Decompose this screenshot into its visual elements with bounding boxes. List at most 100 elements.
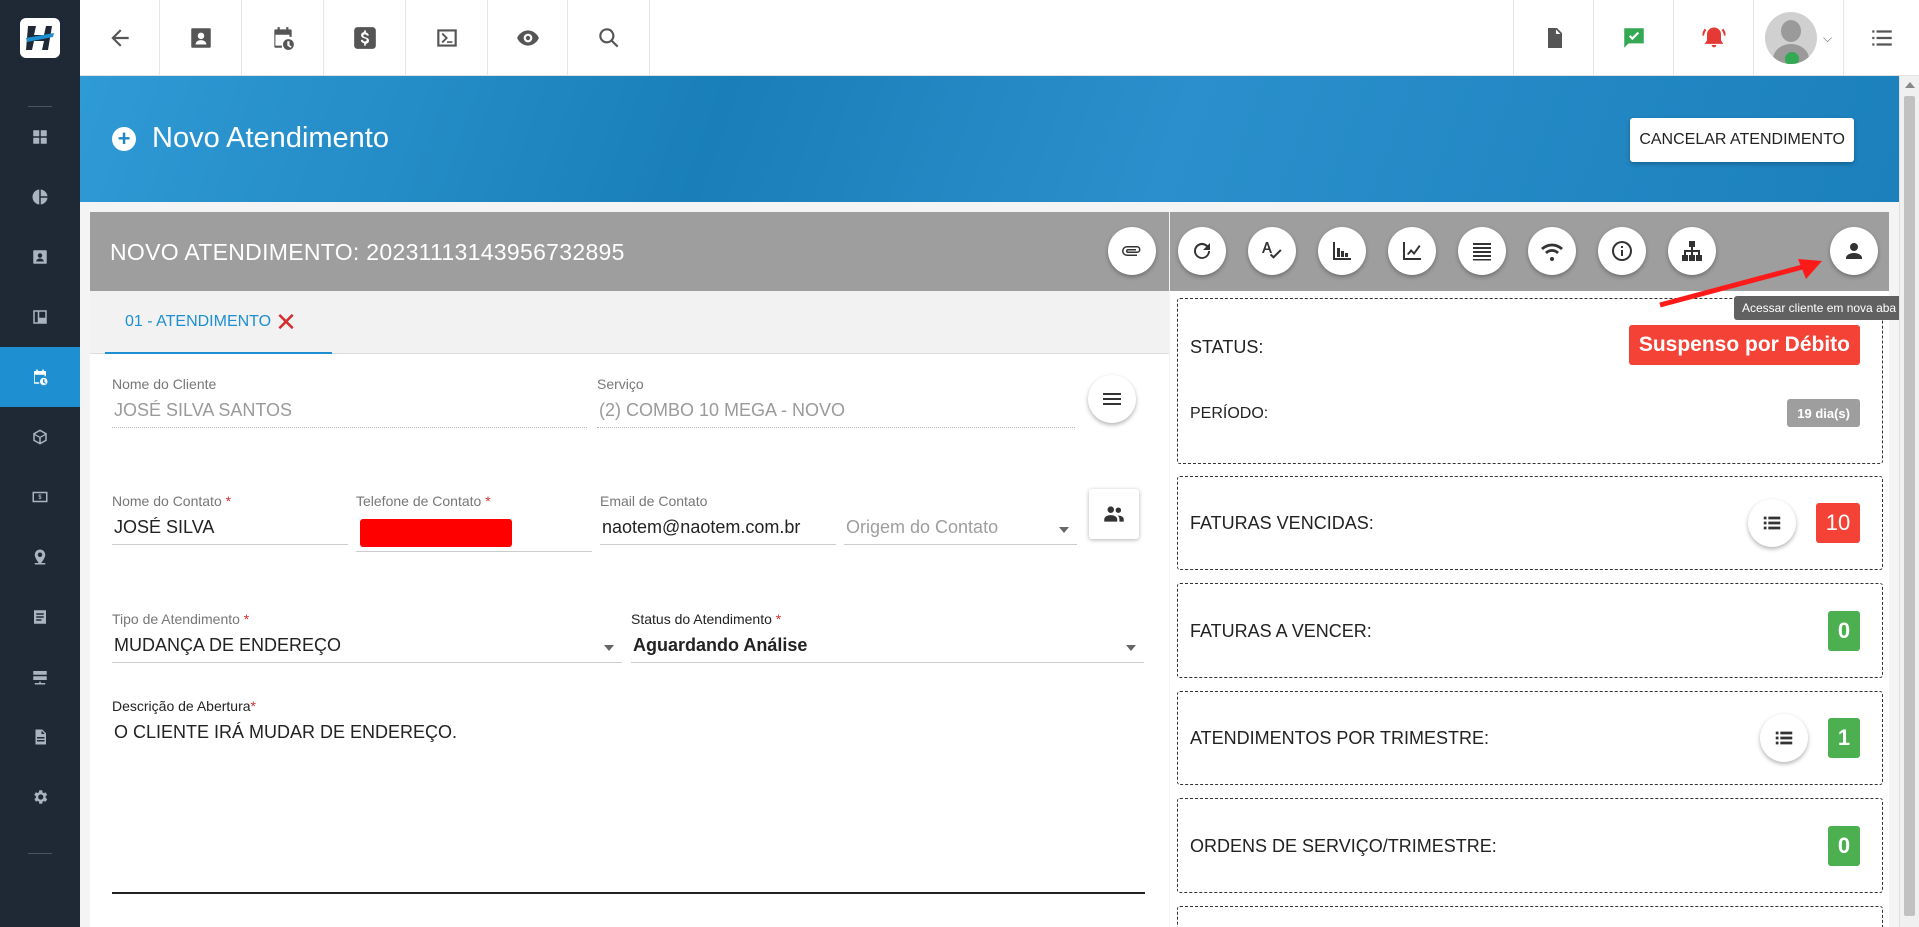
server-icon <box>33 671 47 685</box>
sidebar-item-maps[interactable] <box>0 527 80 587</box>
descricao-label-wrap: Descrição de Abertura* <box>112 698 612 714</box>
messages-button[interactable] <box>1593 0 1673 76</box>
telefone-input[interactable] <box>356 517 592 552</box>
faturas-vencer-box: FATURAS A VENCER: 0 <box>1177 583 1883 678</box>
tab-atendimento[interactable]: 01 - ATENDIMENTO ✕ <box>105 291 332 354</box>
sidebar-item-records[interactable] <box>0 587 80 647</box>
descricao-text: O CLIENTE IRÁ MUDAR DE ENDEREÇO. <box>114 722 458 742</box>
status-select[interactable]: Aguardando Análise <box>631 635 1144 663</box>
clients-button[interactable] <box>160 0 242 76</box>
contato-input[interactable]: JOSÉ SILVA <box>112 517 348 545</box>
terminal-button[interactable] <box>406 0 488 76</box>
contato-field: Nome do Contato * JOSÉ SILVA <box>112 493 348 545</box>
online-status-dot <box>1784 52 1799 64</box>
menu-list-icon <box>1871 30 1892 46</box>
lines-icon <box>1473 243 1491 261</box>
descricao-textarea[interactable]: O CLIENTE IRÁ MUDAR DE ENDEREÇO. <box>112 714 1145 894</box>
calendar-clock-icon <box>273 27 294 50</box>
sidebar-divider-bottom <box>28 853 52 854</box>
status-badge: Suspenso por Débito <box>1628 325 1860 365</box>
spellcheck-icon <box>1262 242 1282 259</box>
sidebar-item-atendimentos[interactable] <box>0 347 80 407</box>
attach-button[interactable] <box>1108 227 1156 275</box>
status-field: Status do Atendimento * Aguardando Análi… <box>631 611 1144 663</box>
chevron-down-icon <box>1059 527 1069 533</box>
chevron-down-icon <box>604 645 614 651</box>
wifi-button[interactable] <box>1528 227 1576 275</box>
tooltip: Acessar cliente em nova aba <box>1734 296 1905 320</box>
lines-button[interactable] <box>1458 227 1506 275</box>
tipo-select[interactable]: MUDANÇA DE ENDEREÇO <box>112 635 622 663</box>
line-chart-button[interactable] <box>1388 227 1436 275</box>
pie-chart-icon <box>32 189 48 205</box>
user-menu[interactable]: ⌵ <box>1753 0 1843 76</box>
tipo-label: Tipo de Atendimento * <box>112 611 250 627</box>
cancel-atendimento-button[interactable]: CANCELAR ATENDIMENTO <box>1630 118 1854 162</box>
contact-card-icon <box>33 250 47 264</box>
calendar-clock-icon <box>34 369 48 386</box>
page-title-text: Novo Atendimento <box>152 122 389 154</box>
pdf-button[interactable] <box>1513 0 1593 76</box>
list-doc-icon <box>34 610 46 624</box>
cliente-input[interactable]: JOSÉ SILVA SANTOS <box>112 400 587 428</box>
service-menu-button[interactable] <box>1088 375 1136 423</box>
email-input[interactable]: naotem@naotem.com.br <box>600 517 836 545</box>
faturas-vencidas-count: 10 <box>1816 503 1860 543</box>
eye-icon <box>516 30 539 46</box>
back-button[interactable] <box>80 0 160 76</box>
map-pin-icon <box>34 549 46 565</box>
schedule-button[interactable] <box>242 0 324 76</box>
faturas-vencidas-label: FATURAS VENCIDAS: <box>1190 513 1374 533</box>
sidebar-item-dashboard[interactable] <box>0 107 80 167</box>
refresh-button[interactable] <box>1178 227 1226 275</box>
status-box: STATUS: Suspenso por Débito PERÍODO: 19 … <box>1177 298 1883 464</box>
sidebar-item-board[interactable] <box>0 287 80 347</box>
financial-button[interactable] <box>324 0 406 76</box>
sidebar-item-settings[interactable] <box>0 767 80 827</box>
dashboard-icon <box>33 130 47 144</box>
sidebar <box>0 0 80 927</box>
chat-check-icon <box>1623 28 1644 48</box>
stairs-chart-button[interactable] <box>1318 227 1366 275</box>
view-button[interactable] <box>488 0 568 76</box>
servico-input[interactable]: (2) COMBO 10 MEGA - NOVO <box>597 400 1075 428</box>
page-scrollbar[interactable] <box>1899 76 1919 927</box>
origem-select[interactable]: Origem do Contato <box>844 517 1077 545</box>
faturas-vencer-count: 0 <box>1828 611 1860 651</box>
open-client-new-tab-button[interactable] <box>1830 227 1878 275</box>
close-icon[interactable]: ✕ <box>275 309 297 335</box>
sidebar-item-products[interactable] <box>0 407 80 467</box>
document-icon <box>35 729 46 745</box>
person-icon <box>1846 243 1862 259</box>
sidebar-item-network[interactable] <box>0 647 80 707</box>
spellcheck-button[interactable] <box>1248 227 1296 275</box>
redacted-phone <box>360 519 512 547</box>
logo[interactable] <box>0 0 80 76</box>
atendimentos-count: 1 <box>1828 718 1860 758</box>
periodo-label: PERÍODO: <box>1190 405 1269 422</box>
status-label: STATUS: <box>1190 337 1264 357</box>
search-icon <box>598 28 618 48</box>
box-icon <box>33 429 47 445</box>
sidebar-item-clients[interactable] <box>0 227 80 287</box>
alerts-button[interactable] <box>1673 0 1753 76</box>
periodo-badge: 19 dia(s) <box>1787 399 1860 427</box>
sidebar-item-reports[interactable] <box>0 167 80 227</box>
ordens-label: ORDENS DE SERVIÇO/TRIMESTRE: <box>1190 836 1497 856</box>
form-header: NOVO ATENDIMENTO: 20231113143956732895 <box>90 212 1169 291</box>
alarm-icon <box>1701 27 1726 48</box>
sidebar-item-documents[interactable] <box>0 707 80 767</box>
info-button[interactable] <box>1598 227 1646 275</box>
contacts-button[interactable] <box>1089 489 1139 539</box>
scroll-up-icon[interactable] <box>1905 82 1915 88</box>
faturas-vencidas-list-button[interactable] <box>1748 499 1796 547</box>
contact-card-icon <box>190 28 211 48</box>
sidebar-item-financial[interactable] <box>0 467 80 527</box>
gear-icon <box>34 790 48 804</box>
atendimentos-list-button[interactable] <box>1760 714 1808 762</box>
search-button[interactable] <box>568 0 650 76</box>
email-field: Email de Contato naotem@naotem.com.br <box>600 493 836 545</box>
scroll-thumb[interactable] <box>1904 96 1915 916</box>
tipo-field: Tipo de Atendimento * MUDANÇA DE ENDEREÇ… <box>112 611 622 663</box>
menu-button[interactable] <box>1843 0 1919 76</box>
